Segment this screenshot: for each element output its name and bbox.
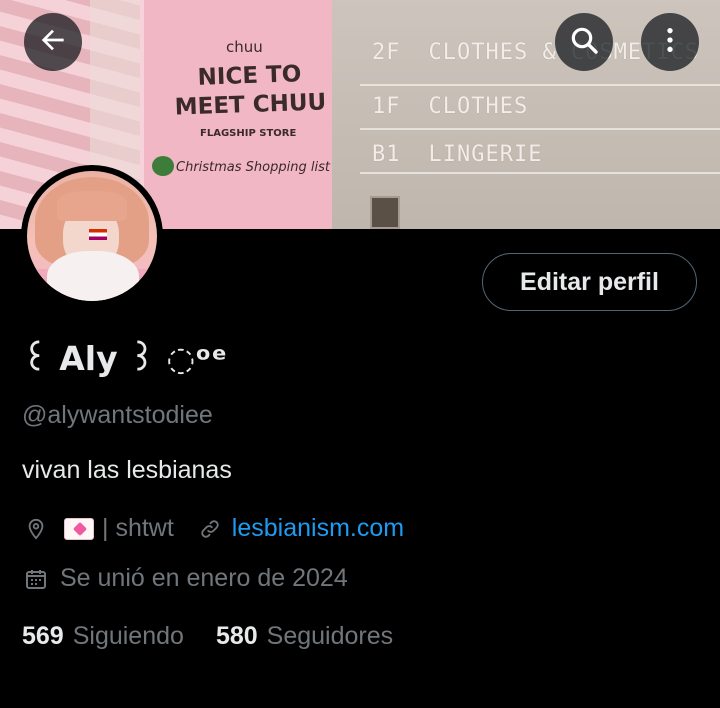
floor-label: CLOTHES	[428, 94, 529, 119]
search-button[interactable]	[555, 13, 613, 71]
elevator-button-panel	[370, 196, 400, 229]
avatar-cheek-flag	[89, 229, 107, 240]
search-icon	[568, 24, 600, 61]
floor-level: 2F	[372, 40, 401, 65]
wall-stripe	[360, 128, 720, 130]
username-handle: @alywantstodiee	[22, 401, 213, 429]
avatar-image	[27, 171, 157, 301]
sign-headline-line2: MEET CHUU	[174, 89, 327, 121]
link-icon	[196, 515, 224, 543]
arrow-left-icon	[37, 24, 69, 61]
website-link[interactable]: lesbianism.com	[232, 514, 404, 543]
wall-stripe	[360, 84, 720, 86]
sign-shopping-list: Christmas Shopping list	[176, 160, 330, 175]
edit-profile-button[interactable]: Editar perfil	[482, 253, 697, 311]
love-letter-icon	[64, 517, 94, 540]
avatar-bangs	[57, 191, 127, 221]
back-button[interactable]	[24, 13, 82, 71]
sign-headline: NICE TO MEET CHUU	[169, 59, 331, 123]
wall-stripe	[360, 172, 720, 174]
joined-date: Se unió en enero de 2024	[60, 564, 348, 592]
floor-1f: 1F CLOTHES	[372, 94, 528, 119]
location-pin-icon	[22, 515, 50, 543]
following-label[interactable]: Siguiendo	[73, 622, 184, 651]
calendar-icon	[22, 565, 50, 593]
more-options-button[interactable]	[641, 13, 699, 71]
avatar-scarf	[47, 251, 139, 301]
display-name: ꒰ Aly ꒱ ◌ᵒᵉ	[22, 339, 228, 378]
sign-subtitle: FLAGSHIP STORE	[200, 128, 297, 139]
avatar[interactable]	[21, 165, 163, 307]
floor-level: B1	[372, 142, 401, 167]
floor-b1: B1 LINGERIE	[372, 142, 542, 167]
location-text: | shtwt	[102, 514, 174, 542]
more-vertical-icon	[654, 24, 686, 61]
followers-label[interactable]: Seguidores	[267, 622, 393, 651]
followers-count[interactable]: 580	[216, 622, 258, 651]
floor-label: LINGERIE	[428, 142, 543, 167]
profile-bio: vivan las lesbianas	[22, 456, 232, 484]
profile-meta-joined: Se unió en enero de 2024	[22, 564, 348, 593]
holly-decoration	[152, 156, 174, 176]
following-count[interactable]: 569	[22, 622, 64, 651]
floor-level: 1F	[372, 94, 401, 119]
profile-meta-location-website: | shtwt lesbianism.com	[22, 514, 404, 543]
sign-brand: chuu	[226, 38, 263, 56]
follow-stats: 569 Siguiendo 580 Seguidores	[22, 622, 425, 651]
